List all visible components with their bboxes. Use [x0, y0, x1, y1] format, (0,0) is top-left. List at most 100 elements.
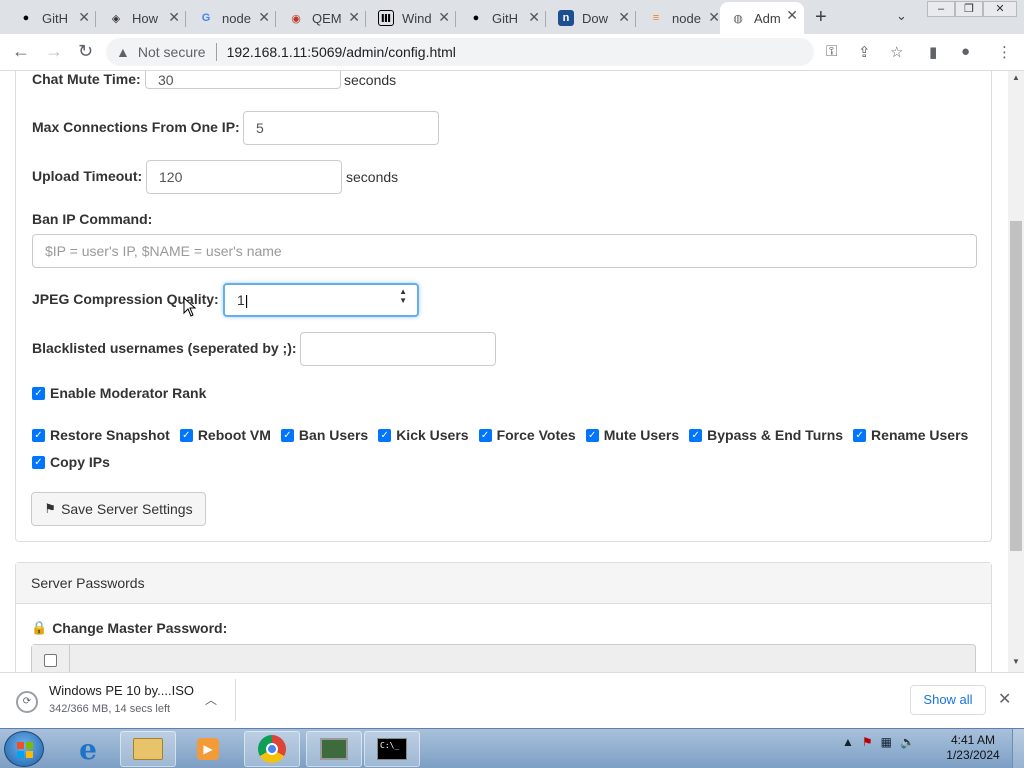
internet-explorer-icon[interactable]: e: [60, 731, 116, 767]
close-tab-icon[interactable]: ✕: [786, 7, 798, 24]
download-item[interactable]: ⟳ Windows PE 10 by....ISO 342/366 MB, 14…: [8, 679, 236, 721]
perm-restore-snapshot[interactable]: ✓ Restore Snapshot: [32, 427, 170, 443]
perm-mute-users[interactable]: ✓ Mute Users: [585, 427, 679, 443]
close-tab-icon[interactable]: ✕: [708, 9, 720, 26]
url-text[interactable]: 192.168.1.11:5069/admin/config.html: [227, 44, 456, 60]
close-tab-icon[interactable]: ✕: [348, 9, 360, 26]
max-connections-input[interactable]: 5: [243, 111, 439, 145]
tab-download[interactable]: n Dow ✕: [548, 4, 636, 32]
close-tab-icon[interactable]: ✕: [258, 9, 270, 26]
enable-moderator-checkbox-row[interactable]: ✓ Enable Moderator Rank: [32, 385, 206, 401]
chat-mute-input[interactable]: 30: [145, 71, 341, 89]
volume-muted-icon[interactable]: 🔈: [900, 735, 915, 749]
scroll-up-arrow-icon[interactable]: ▲: [1012, 73, 1020, 82]
side-panel-icon[interactable]: ▮: [929, 43, 937, 61]
close-download-shelf-icon[interactable]: ✕: [998, 689, 1011, 709]
chat-mute-suffix: seconds: [344, 72, 397, 88]
system-clock[interactable]: 4:41 AM 1/23/2024: [940, 733, 1006, 763]
perm-bypass-end-turns[interactable]: ✓ Bypass & End Turns: [689, 427, 843, 443]
checkbox-unchecked-icon[interactable]: [44, 654, 57, 667]
perm-reboot-vm[interactable]: ✓ Reboot VM: [179, 427, 271, 443]
media-player-icon[interactable]: ▶: [180, 731, 236, 767]
ban-ip-input[interactable]: $IP = user's IP, $NAME = user's name: [32, 234, 977, 268]
jpeg-quality-input[interactable]: 1| ▲ ▼: [223, 283, 419, 317]
close-tab-icon[interactable]: ✕: [528, 9, 540, 26]
checkbox-checked-icon[interactable]: ✓: [378, 428, 392, 442]
blacklist-label: Blacklisted usernames (seperated by ;):: [32, 340, 297, 356]
close-tab-icon[interactable]: ✕: [168, 9, 180, 26]
perm-label: Copy IPs: [50, 454, 110, 470]
save-server-settings-button[interactable]: ⚑ Save Server Settings: [31, 492, 206, 526]
file-explorer-icon[interactable]: [120, 731, 176, 767]
perm-copy-ips[interactable]: ✓ Copy IPs: [32, 454, 110, 470]
network-icon[interactable]: ▦: [881, 735, 892, 749]
tab-how[interactable]: ◈ How ✕: [98, 4, 186, 32]
show-hidden-icons-icon[interactable]: ▲: [842, 735, 854, 749]
checkbox-checked-icon[interactable]: ✓: [585, 428, 599, 442]
close-tab-icon[interactable]: ✕: [618, 9, 630, 26]
spinner-arrows-icon[interactable]: ▲ ▼: [399, 287, 407, 305]
windows-taskbar: e ▶ C:\_ ▲ ⚑ ▦ 🔈 4:41 AM 1/23/2024: [0, 728, 1024, 768]
close-window-icon[interactable]: ✕: [983, 1, 1017, 17]
tab-title: Adm: [754, 10, 781, 26]
ban-ip-placeholder: $IP = user's IP, $NAME = user's name: [45, 243, 282, 259]
checkbox-checked-icon[interactable]: ✓: [689, 428, 703, 442]
blacklist-input[interactable]: [300, 332, 496, 366]
restore-icon[interactable]: ❐: [955, 1, 983, 17]
tab-admin-active[interactable]: ◍ Adm ✕: [720, 2, 804, 34]
perm-kick-users[interactable]: ✓ Kick Users: [378, 427, 469, 443]
tab-title: How: [132, 10, 159, 26]
security-status[interactable]: Not secure: [138, 44, 206, 60]
tab-qemu[interactable]: ◉ QEM ✕: [278, 4, 366, 32]
close-tab-icon[interactable]: ✕: [438, 9, 450, 26]
server-passwords-panel: Server Passwords 🔒 Change Master Passwor…: [15, 562, 992, 672]
start-button[interactable]: [4, 731, 44, 767]
reload-icon[interactable]: ↻: [78, 41, 93, 62]
tab-title: GitH: [42, 10, 68, 26]
profile-avatar-icon[interactable]: ●: [961, 43, 970, 60]
minimize-icon[interactable]: –: [927, 1, 955, 17]
close-tab-icon[interactable]: ✕: [78, 9, 90, 26]
back-arrow-icon[interactable]: ←: [12, 41, 30, 62]
scrollbar-thumb[interactable]: [1010, 221, 1022, 551]
perm-force-votes[interactable]: ✓ Force Votes: [478, 427, 576, 443]
checkbox-checked-icon[interactable]: ✓: [32, 428, 45, 442]
scroll-down-arrow-icon[interactable]: ▼: [1012, 657, 1020, 666]
show-all-downloads-button[interactable]: Show all: [910, 685, 986, 715]
perm-label: Kick Users: [396, 427, 469, 443]
share-icon[interactable]: ⇪: [858, 43, 871, 61]
page-scrollbar[interactable]: ▲ ▼: [1008, 71, 1024, 672]
network-monitor-icon[interactable]: [306, 731, 362, 767]
nvidia-icon: n: [558, 10, 574, 26]
checkbox-checked-icon[interactable]: ✓: [478, 428, 492, 442]
checkbox-checked-icon[interactable]: ✓: [179, 428, 193, 442]
warning-triangle-icon[interactable]: ▲: [116, 44, 130, 60]
address-bar[interactable]: ▲ Not secure 192.168.1.11:5069/admin/con…: [106, 38, 814, 66]
checkbox-checked-icon[interactable]: ✓: [32, 455, 45, 469]
checkbox-checked-icon[interactable]: ✓: [280, 428, 294, 442]
perm-rename-users[interactable]: ✓ Rename Users: [853, 427, 968, 443]
tab-title: Wind: [402, 10, 432, 26]
bookmark-star-icon[interactable]: ☆: [890, 43, 903, 61]
new-tab-icon[interactable]: +: [815, 6, 827, 29]
tab-windows[interactable]: Ⅲ Wind ✕: [368, 4, 456, 32]
forward-arrow-icon[interactable]: →: [45, 41, 63, 62]
key-icon[interactable]: ⚿: [826, 43, 837, 60]
chrome-icon[interactable]: [244, 731, 300, 767]
action-center-flag-icon[interactable]: ⚑: [862, 735, 873, 749]
checkbox-checked-icon[interactable]: ✓: [853, 428, 867, 442]
show-desktop-button[interactable]: [1012, 729, 1024, 768]
tab-google-node[interactable]: G node ✕: [188, 4, 276, 32]
tab-github-2[interactable]: ● GitH ✕: [458, 4, 546, 32]
kebab-menu-icon[interactable]: ⋮: [997, 43, 1012, 61]
tab-title: node: [672, 10, 701, 26]
command-prompt-icon[interactable]: C:\_: [364, 731, 420, 767]
tab-search-chevron-icon[interactable]: ⌄: [896, 8, 907, 24]
change-master-password-row: 🔒 Change Master Password:: [31, 620, 227, 636]
checkbox-checked-icon[interactable]: ✓: [32, 386, 45, 400]
chevron-up-icon[interactable]: ︿: [205, 691, 217, 708]
tab-github-1[interactable]: ● GitH ✕: [8, 4, 96, 32]
perm-ban-users[interactable]: ✓ Ban Users: [280, 427, 368, 443]
tab-stackoverflow-node[interactable]: ≡ node ✕: [638, 4, 726, 32]
upload-timeout-input[interactable]: 120: [146, 160, 342, 194]
